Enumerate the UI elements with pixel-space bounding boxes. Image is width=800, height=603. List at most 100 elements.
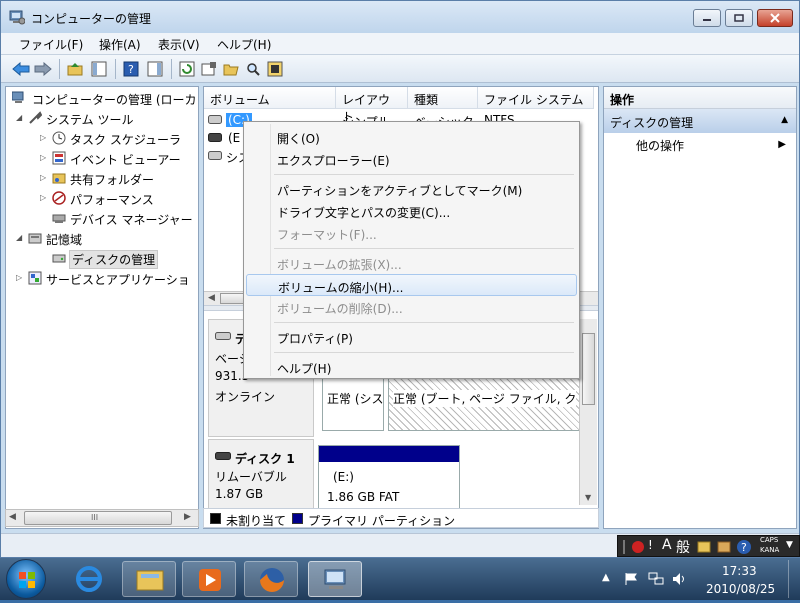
dictionary-icon[interactable] <box>696 539 712 555</box>
menu-view[interactable]: 表示(V) <box>158 36 200 53</box>
actions-section-disk-management[interactable]: ディスクの管理 ▲ <box>604 109 796 133</box>
device-manager-icon <box>52 214 66 223</box>
tree-item-disk-management[interactable]: ディスクの管理 <box>6 248 198 269</box>
partition-e-drive[interactable]: (E:) 1.86 GB FAT <box>318 445 460 509</box>
column-header-type[interactable]: 種類 <box>408 87 478 109</box>
exclamation-icon: ! <box>648 538 653 552</box>
tree-item-storage[interactable]: ◢ 記憶域 <box>6 228 198 248</box>
svg-text:?: ? <box>128 63 134 76</box>
scroll-thumb[interactable]: III <box>24 511 172 525</box>
expand-icon[interactable]: ▷ <box>40 154 48 162</box>
tree-item-shared-folders[interactable]: ▷ 共有フォルダー <box>6 168 198 188</box>
search-button[interactable] <box>243 59 263 79</box>
windows-logo-icon <box>19 572 35 588</box>
firefox-taskbar-button[interactable] <box>244 561 298 597</box>
tree-horizontal-scrollbar[interactable]: ◀ III ▶ <box>5 509 199 527</box>
tree-item-task-scheduler[interactable]: ▷ タスク スケジューラ <box>6 128 198 148</box>
computer-management-taskbar-button[interactable] <box>308 561 362 597</box>
performance-icon <box>52 191 66 205</box>
scroll-right-icon[interactable]: ▶ <box>184 512 191 522</box>
column-header-filesystem[interactable]: ファイル システム <box>478 87 594 109</box>
grip-icon <box>623 540 625 554</box>
minimize-button[interactable] <box>693 9 721 27</box>
forward-button[interactable] <box>33 59 53 79</box>
removable-disk-icon <box>215 452 231 460</box>
tree-item-services-applications[interactable]: ▷ サービスとアプリケーショ <box>6 268 198 288</box>
media-player-taskbar-button[interactable] <box>182 561 236 597</box>
scroll-left-icon[interactable]: ◀ <box>208 293 215 303</box>
explorer-taskbar-button[interactable] <box>122 561 176 597</box>
open-button[interactable] <box>221 59 241 79</box>
legend-unallocated: 未割り当て <box>226 514 287 528</box>
menu-help[interactable]: ヘルプ(H) <box>217 36 271 53</box>
collapse-icon[interactable]: ◢ <box>16 114 24 122</box>
expand-icon[interactable]: ▷ <box>40 134 48 142</box>
help-icon[interactable]: ? <box>736 539 752 555</box>
disk-settings-button[interactable] <box>265 59 285 79</box>
menu-action[interactable]: 操作(A) <box>99 36 141 53</box>
refresh-icon <box>179 61 195 77</box>
expand-icon[interactable]: ▷ <box>16 274 24 282</box>
ime-language-bar[interactable]: ! A 般 ? CAPS KANA ▼ <box>617 535 800 557</box>
maximize-icon <box>734 14 744 22</box>
computer-management-window: コンピューターの管理 ファイル(F) 操作(A) 表示(V) ヘルプ(H) ? … <box>0 0 800 558</box>
options-menu-icon[interactable]: ▼ <box>786 540 793 550</box>
menu-item-properties[interactable]: プロパティ(P) <box>246 326 577 348</box>
conversion-mode[interactable]: 般 <box>676 537 690 557</box>
firefox-icon <box>260 568 284 592</box>
scroll-left-icon[interactable]: ◀ <box>9 512 16 522</box>
title-bar[interactable]: コンピューターの管理 <box>1 1 799 33</box>
menu-item-shrink-volume[interactable]: ボリュームの縮小(H)... <box>246 274 577 296</box>
network-icon[interactable] <box>648 572 664 586</box>
volume-icon[interactable] <box>672 572 688 586</box>
maximize-button[interactable] <box>725 9 753 27</box>
menu-bar: ファイル(F) 操作(A) 表示(V) ヘルプ(H) <box>1 33 799 55</box>
disk-1-info[interactable]: ディスク 1 リムーバブル 1.87 GB <box>208 439 314 509</box>
show-hide-action-pane-button[interactable] <box>145 59 165 79</box>
scroll-down-icon[interactable]: ▼ <box>585 493 591 502</box>
menu-item-open[interactable]: 開く(O) <box>246 126 577 148</box>
expand-icon[interactable]: ▷ <box>40 194 48 202</box>
show-hidden-icons-icon[interactable]: ▲ <box>602 572 610 583</box>
internet-explorer-taskbar-button[interactable] <box>62 561 116 597</box>
properties-button[interactable] <box>199 59 219 79</box>
tree-item-system-tools[interactable]: ◢ システム ツール <box>6 108 198 128</box>
menu-file[interactable]: ファイル(F) <box>19 36 83 53</box>
column-header-layout[interactable]: レイアウト <box>336 87 408 124</box>
menu-item-explore[interactable]: エクスプローラー(E) <box>246 148 577 170</box>
menu-item-change-drive-letter[interactable]: ドライブ文字とパスの変更(C)... <box>246 200 577 222</box>
refresh-button[interactable] <box>177 59 197 79</box>
tree-item-event-viewer[interactable]: ▷ イベント ビューアー <box>6 148 198 168</box>
action-center-flag-icon[interactable] <box>624 572 638 586</box>
expand-icon[interactable]: ▷ <box>40 174 48 182</box>
legend-swatch-unallocated <box>210 513 221 524</box>
collapse-up-icon[interactable]: ▲ <box>781 115 788 125</box>
internet-explorer-icon <box>76 566 102 592</box>
toolbar: ? <box>1 55 799 83</box>
clock-time[interactable]: 17:33 <box>722 564 757 578</box>
show-desktop-button[interactable] <box>788 560 798 598</box>
menu-item-help[interactable]: ヘルプ(H) <box>246 356 577 378</box>
clock-icon <box>52 131 66 145</box>
scroll-thumb[interactable] <box>582 333 595 405</box>
actions-header: 操作 <box>604 87 796 109</box>
help-icon: ? <box>123 61 139 77</box>
help-button[interactable]: ? <box>121 59 141 79</box>
tools-icon[interactable] <box>716 539 732 555</box>
tree-item-performance[interactable]: ▷ パフォーマンス <box>6 188 198 208</box>
ime-pad-icon[interactable] <box>630 539 646 555</box>
tree-item-computer-management[interactable]: コンピューターの管理 (ローカ <box>6 88 198 108</box>
menu-item-mark-active[interactable]: パーティションをアクティブとしてマーク(M) <box>246 178 577 200</box>
tree-item-device-manager[interactable]: デバイス マネージャー <box>6 208 198 228</box>
close-button[interactable] <box>757 9 793 27</box>
input-mode[interactable]: A <box>662 537 672 553</box>
column-header-volume[interactable]: ボリューム <box>204 87 336 109</box>
up-folder-button[interactable] <box>65 59 85 79</box>
collapse-icon[interactable]: ◢ <box>16 234 24 242</box>
back-button[interactable] <box>11 59 31 79</box>
more-actions-item[interactable]: 他の操作 <box>636 137 684 154</box>
clock-date[interactable]: 2010/08/25 <box>706 582 775 596</box>
start-button[interactable] <box>6 559 46 599</box>
disk-view-vertical-scrollbar[interactable]: ▼ <box>579 319 597 505</box>
show-hide-tree-button[interactable] <box>89 59 109 79</box>
